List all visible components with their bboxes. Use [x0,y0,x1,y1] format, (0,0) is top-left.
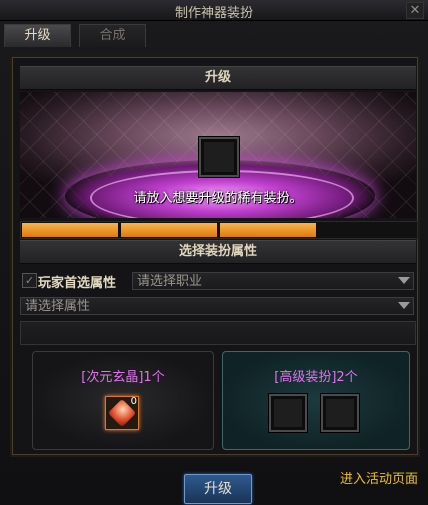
material-box-dimension-crystal: [次元玄晶]1个 0 [32,351,214,450]
progress-segment-1 [22,223,120,237]
attribute-select[interactable]: 请选择属性 [20,297,414,315]
upgrade-hint: 请放入想要升级的稀有装扮。 [133,191,303,206]
progress-segment-3 [220,223,318,237]
class-select-value: 请选择职业 [137,274,203,289]
class-select[interactable]: 请选择职业 [132,272,414,290]
attribute-select-row: 请选择属性 [20,297,414,315]
attribute-section-header: 选择装扮属性 [20,240,416,264]
preferred-attribute-checkbox[interactable]: ✓ [22,273,37,288]
progress-segment-2 [121,223,219,237]
title-bar[interactable]: 制作神器装扮 ✕ [0,0,428,21]
upgrade-section-header: 升级 [20,66,416,90]
material-label-advanced-avatar: [高级装扮]2个 [274,370,358,385]
attribute-select-value: 请选择属性 [25,299,91,314]
upgrade-item-slot[interactable] [199,137,239,177]
window-title: 制作神器装扮 [174,6,253,21]
preferred-attribute-label: 玩家首选属性 [38,276,117,291]
upgrade-stage: 请放入想要升级的稀有装扮。 [20,92,416,218]
tab-upgrade[interactable]: 升级 [4,24,71,47]
chevron-down-icon [398,277,410,284]
material-box-advanced-avatar: [高级装扮]2个 [222,351,410,450]
upgrade-button[interactable]: 升级 [184,474,252,504]
event-page-link[interactable]: 进入活动页面 [340,468,418,487]
item-count: 0 [130,396,137,407]
dimension-crystal-item[interactable]: 0 [105,396,139,430]
close-button[interactable]: ✕ [406,2,424,19]
advanced-avatar-slot-2[interactable] [321,394,359,432]
close-icon: ✕ [409,3,421,18]
tab-synthesis[interactable]: 合成 [79,24,146,47]
attribute-display-bar [20,321,416,345]
upgrade-progress-bar [20,221,418,239]
chevron-down-icon [398,302,410,309]
preferred-attribute-row: ✓ 玩家首选属性 请选择职业 [20,272,414,291]
craft-artifact-window: 制作神器装扮 ✕ 升级 合成 升级 请放入想要升级的稀有装扮。 选择装扮属性 ✓… [0,0,428,505]
advanced-avatar-slot-1[interactable] [269,394,307,432]
material-label-dimension-crystal: [次元玄晶]1个 [81,370,165,385]
